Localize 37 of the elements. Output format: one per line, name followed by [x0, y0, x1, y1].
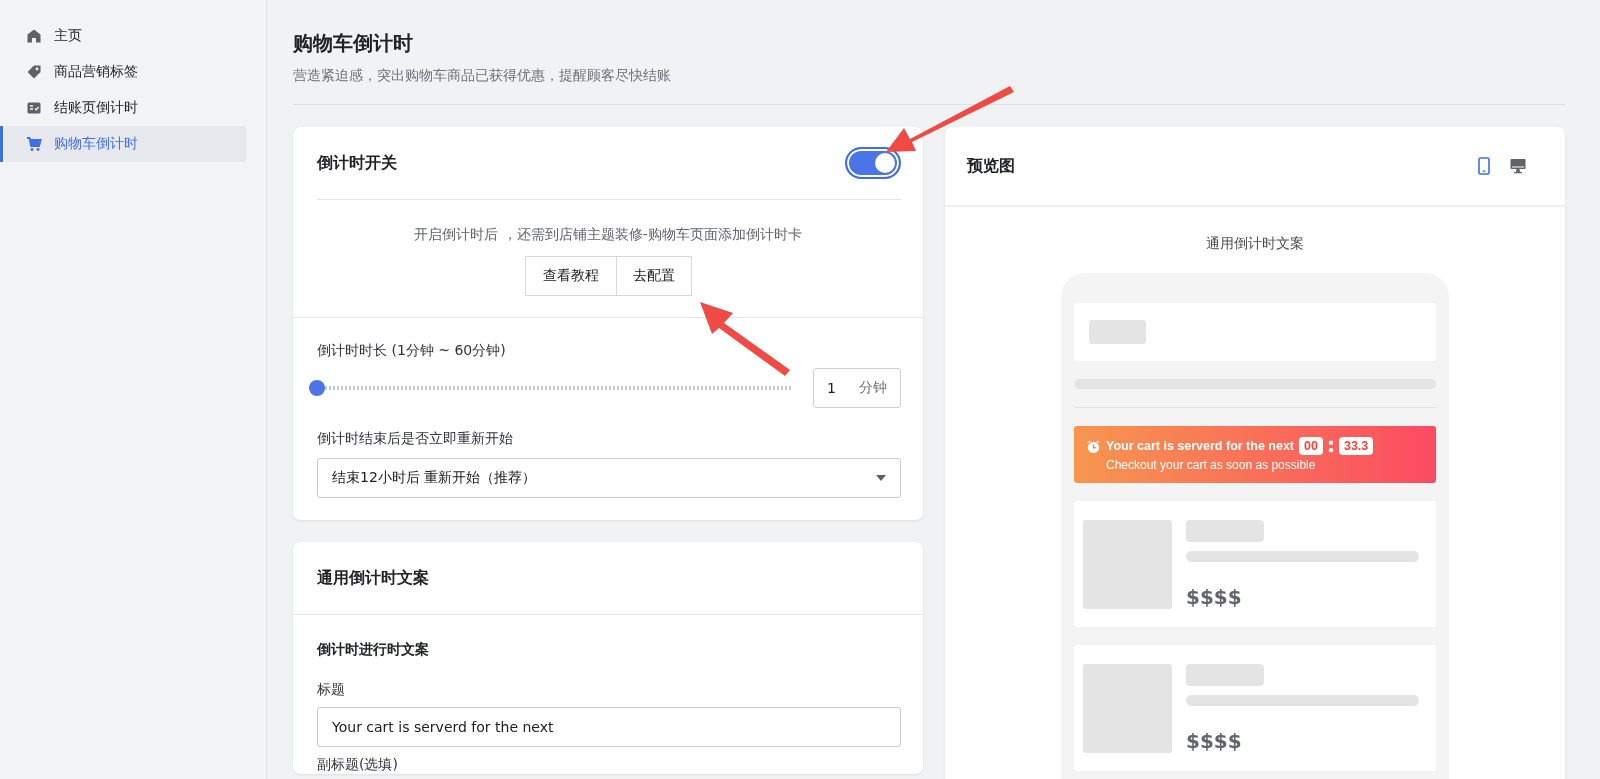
cart-icon	[26, 136, 42, 152]
field-label: 标题	[317, 681, 345, 699]
card-title: 预览图	[967, 155, 1015, 177]
section-title: 倒计时进行时文案	[317, 641, 429, 659]
field-label: 副标题(选填)	[317, 756, 398, 774]
slider-thumb[interactable]	[309, 380, 325, 396]
field-label: 倒计时时长 (1分钟 ~ 60分钟)	[317, 342, 506, 360]
price-text: $$$$	[1186, 728, 1242, 753]
title-field[interactable]: Your cart is serverd for the next	[317, 707, 901, 747]
toggle-switch[interactable]	[845, 147, 901, 179]
configure-button[interactable]: 去配置	[616, 256, 692, 296]
alarm-clock-icon	[1086, 438, 1101, 454]
hint-text: 开启倒计时后 ，还需到店铺主题装修-购物车页面添加倒计时卡	[414, 226, 802, 244]
mobile-icon[interactable]	[1475, 157, 1493, 175]
preview-caption: 通用倒计时文案	[1206, 235, 1304, 253]
card-title: 通用倒计时文案	[317, 567, 429, 589]
tag-icon	[26, 64, 42, 80]
sidebar-item[interactable]: 主页	[4, 18, 246, 54]
desktop-icon[interactable]	[1509, 157, 1527, 175]
home-icon	[26, 28, 42, 44]
page-subtitle: 营造紧迫感，突出购物车商品已获得优惠，提醒顾客尽快结账	[293, 67, 672, 85]
minutes-box: 00	[1299, 437, 1323, 455]
select-field[interactable]: 结束12小时后 重新开始（推荐）	[317, 458, 901, 498]
banner-subtitle: Checkout your cart as soon as possible	[1106, 458, 1317, 472]
banner-title: Your cart is serverd for the next	[1106, 439, 1295, 453]
tutorial-button[interactable]: 查看教程	[524, 256, 617, 296]
card-title: 倒计时开关	[317, 152, 397, 174]
price-text: $$$$	[1186, 584, 1242, 609]
checklist-icon	[26, 100, 42, 116]
sidebar-item[interactable]: 商品营销标签	[4, 54, 246, 90]
caret-icon	[876, 475, 886, 481]
colon-icon	[1327, 439, 1334, 453]
page-title: 购物车倒计时	[293, 30, 414, 57]
seconds-box: 33.3	[1338, 437, 1374, 455]
number-field[interactable]: 1 分钟	[813, 368, 901, 408]
sidebar-item[interactable]: 结账页倒计时	[4, 90, 246, 126]
field-label: 倒计时结束后是否立即重新开始	[317, 430, 513, 448]
